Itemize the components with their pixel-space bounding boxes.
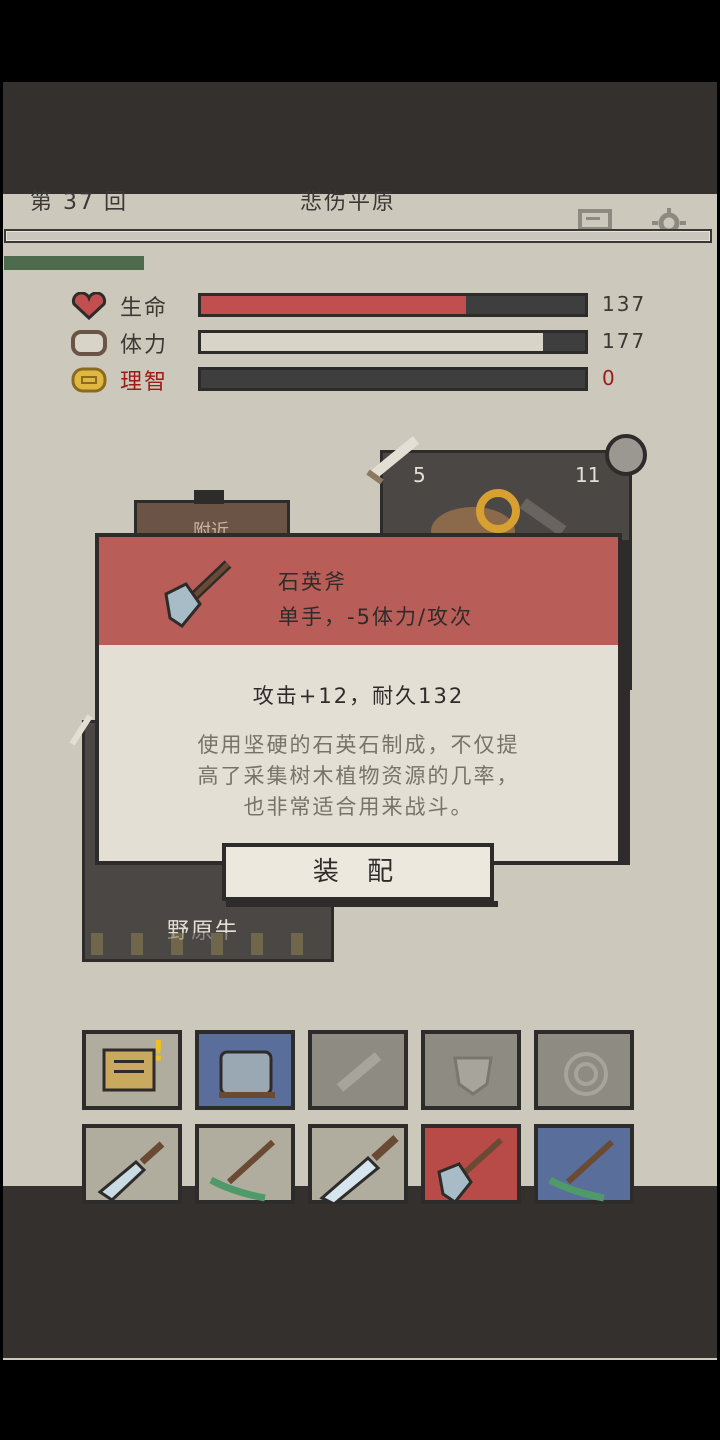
stat-label: 理智 (120, 370, 169, 395)
stone-dagger-icon (86, 1128, 178, 1208)
ram-creature-icon (431, 489, 567, 541)
green-pickaxe-icon (199, 1128, 291, 1208)
item-stats: 攻击+12，耐久132 (252, 684, 465, 708)
quartz-axe-icon (425, 1128, 517, 1208)
quartz-sword-icon (312, 1128, 404, 1208)
inventory-slot[interactable] (421, 1030, 521, 1110)
stat-value: 137 (602, 292, 647, 316)
top-banner (3, 82, 717, 194)
inventory-slot[interactable] (82, 1124, 182, 1204)
stat-label: 生命 (120, 296, 169, 321)
item-description-line: 使用坚硬的石英石制成，不仅提 (197, 733, 520, 757)
sign-post (194, 490, 224, 504)
item-name: 石英斧 (278, 570, 347, 594)
item-description-line: 高了采集树木植物资源的几率， (197, 764, 520, 788)
heart-icon (70, 291, 108, 321)
alert-badge: ! (152, 1034, 165, 1067)
stat-value: 0 (602, 366, 617, 390)
inventory-slot[interactable] (534, 1124, 634, 1204)
inventory-slot[interactable] (421, 1124, 521, 1205)
enemy-sword-icon (366, 436, 420, 484)
stat-bar (198, 330, 588, 354)
area-title: 悲伤平原 (300, 190, 397, 215)
inventory-slot[interactable] (308, 1030, 408, 1110)
green-pickaxe-2-icon (538, 1128, 630, 1208)
stat-bar-fill (201, 296, 466, 314)
enemy-shield-icon (605, 434, 647, 476)
accessory-slot-icon (538, 1034, 630, 1114)
turn-counter: 第 37 回 (30, 190, 128, 215)
bottom-panel (3, 1186, 717, 1358)
event-sword-icon (69, 714, 93, 746)
card-dirt-decoration (91, 933, 327, 955)
inventory-slot[interactable] (195, 1124, 295, 1204)
shield-slot-icon (425, 1034, 517, 1114)
enemy-hp-value: 11 (575, 463, 601, 487)
item-description: 使用坚硬的石英石制成，不仅提 高了采集树木植物资源的几率， 也非常适合用来战斗。 (99, 730, 618, 823)
status-bar (0, 0, 720, 10)
stat-value: 177 (602, 329, 647, 353)
backpack-icon (199, 1034, 291, 1114)
equip-button-shadow (226, 901, 498, 907)
turn-progress-track (7, 232, 709, 240)
stat-label: 体力 (120, 333, 169, 358)
sanity-icon (70, 366, 108, 394)
item-usage: 单手，-5体力/攻次 (278, 605, 474, 629)
stamina-icon (70, 329, 108, 357)
inventory-slot[interactable]: ! (82, 1030, 182, 1110)
quartz-axe-icon (164, 560, 232, 629)
stat-bar (198, 293, 588, 317)
equip-button[interactable]: 装 配 (222, 843, 494, 901)
day-progress-fill (4, 256, 144, 270)
inventory-slot[interactable] (308, 1124, 408, 1206)
inventory-slot[interactable] (534, 1030, 634, 1110)
stat-bar-fill (201, 333, 543, 351)
inventory-slot[interactable] (195, 1030, 295, 1110)
item-description-line: 也非常适合用来战斗。 (243, 795, 474, 819)
stat-bar (198, 367, 588, 391)
popup-shadow (622, 540, 630, 865)
weapon-slot-icon (312, 1034, 404, 1114)
